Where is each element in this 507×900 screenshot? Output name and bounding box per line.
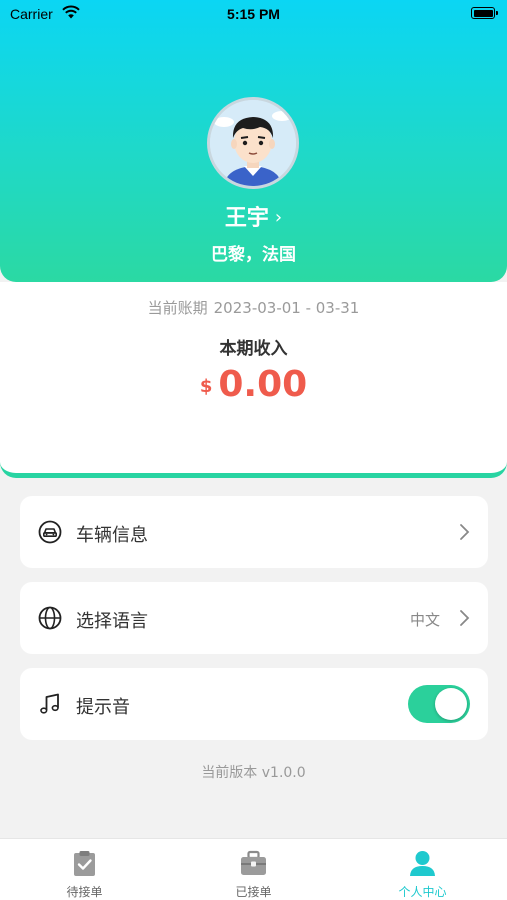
avatar-cartoon-man-icon [210,100,296,186]
language-row[interactable]: 选择语言 中文 [20,582,488,654]
clipboard-check-icon [74,851,95,876]
income-card: 当前账期 2023-03-01 - 03-31 本期收入 $0.00 [0,282,507,478]
profile-header: Carrier 5:15 PM 王宇 › 巴黎，法国 [0,0,507,282]
notification-sound-label: 提示音 [76,697,130,718]
notification-sound-toggle[interactable] [408,685,470,723]
currency-symbol: $ [199,376,213,397]
avatar[interactable] [207,97,299,189]
billing-period: 当前账期 2023-03-01 - 03-31 [0,297,507,318]
tab-pending-orders-label: 待接单 [66,885,103,899]
chevron-right-icon: › [274,207,283,228]
person-icon [410,851,435,876]
income-label: 本期收入 [219,339,288,359]
status-bar: Carrier 5:15 PM [0,0,507,28]
music-note-icon [40,693,59,714]
user-location: 巴黎，法国 [211,245,296,265]
tab-profile[interactable]: 个人中心 [338,839,507,900]
tab-profile-label: 个人中心 [398,885,447,899]
billing-period-range: 2023-03-01 - 03-31 [213,299,360,317]
toggle-knob [435,688,467,720]
vehicle-info-row[interactable]: 车辆信息 [20,496,488,568]
notification-sound-row: 提示音 [20,668,488,740]
tab-bar: 待接单 已接单 个人中心 [0,838,507,900]
chevron-right-icon [460,610,470,626]
language-label: 选择语言 [76,611,148,632]
briefcase-icon [241,850,266,875]
income-amount-row: $0.00 [0,364,507,405]
status-time: 5:15 PM [227,6,280,22]
vehicle-info-label: 车辆信息 [76,525,148,546]
globe-icon [38,606,62,630]
tab-pending-orders[interactable]: 待接单 [0,839,169,900]
app-version: 当前版本 v1.0.0 [201,765,306,781]
billing-period-label: 当前账期 [147,299,208,317]
tab-accepted-orders-label: 已接单 [235,885,272,899]
battery-icon [471,7,498,19]
user-name-link[interactable]: 王宇 › [0,200,507,232]
tab-accepted-orders[interactable]: 已接单 [169,839,338,900]
user-name: 王宇 [224,206,269,231]
chevron-right-icon [460,524,470,540]
car-icon [38,520,62,544]
income-amount: 0.00 [218,364,308,405]
language-value: 中文 [409,611,440,629]
